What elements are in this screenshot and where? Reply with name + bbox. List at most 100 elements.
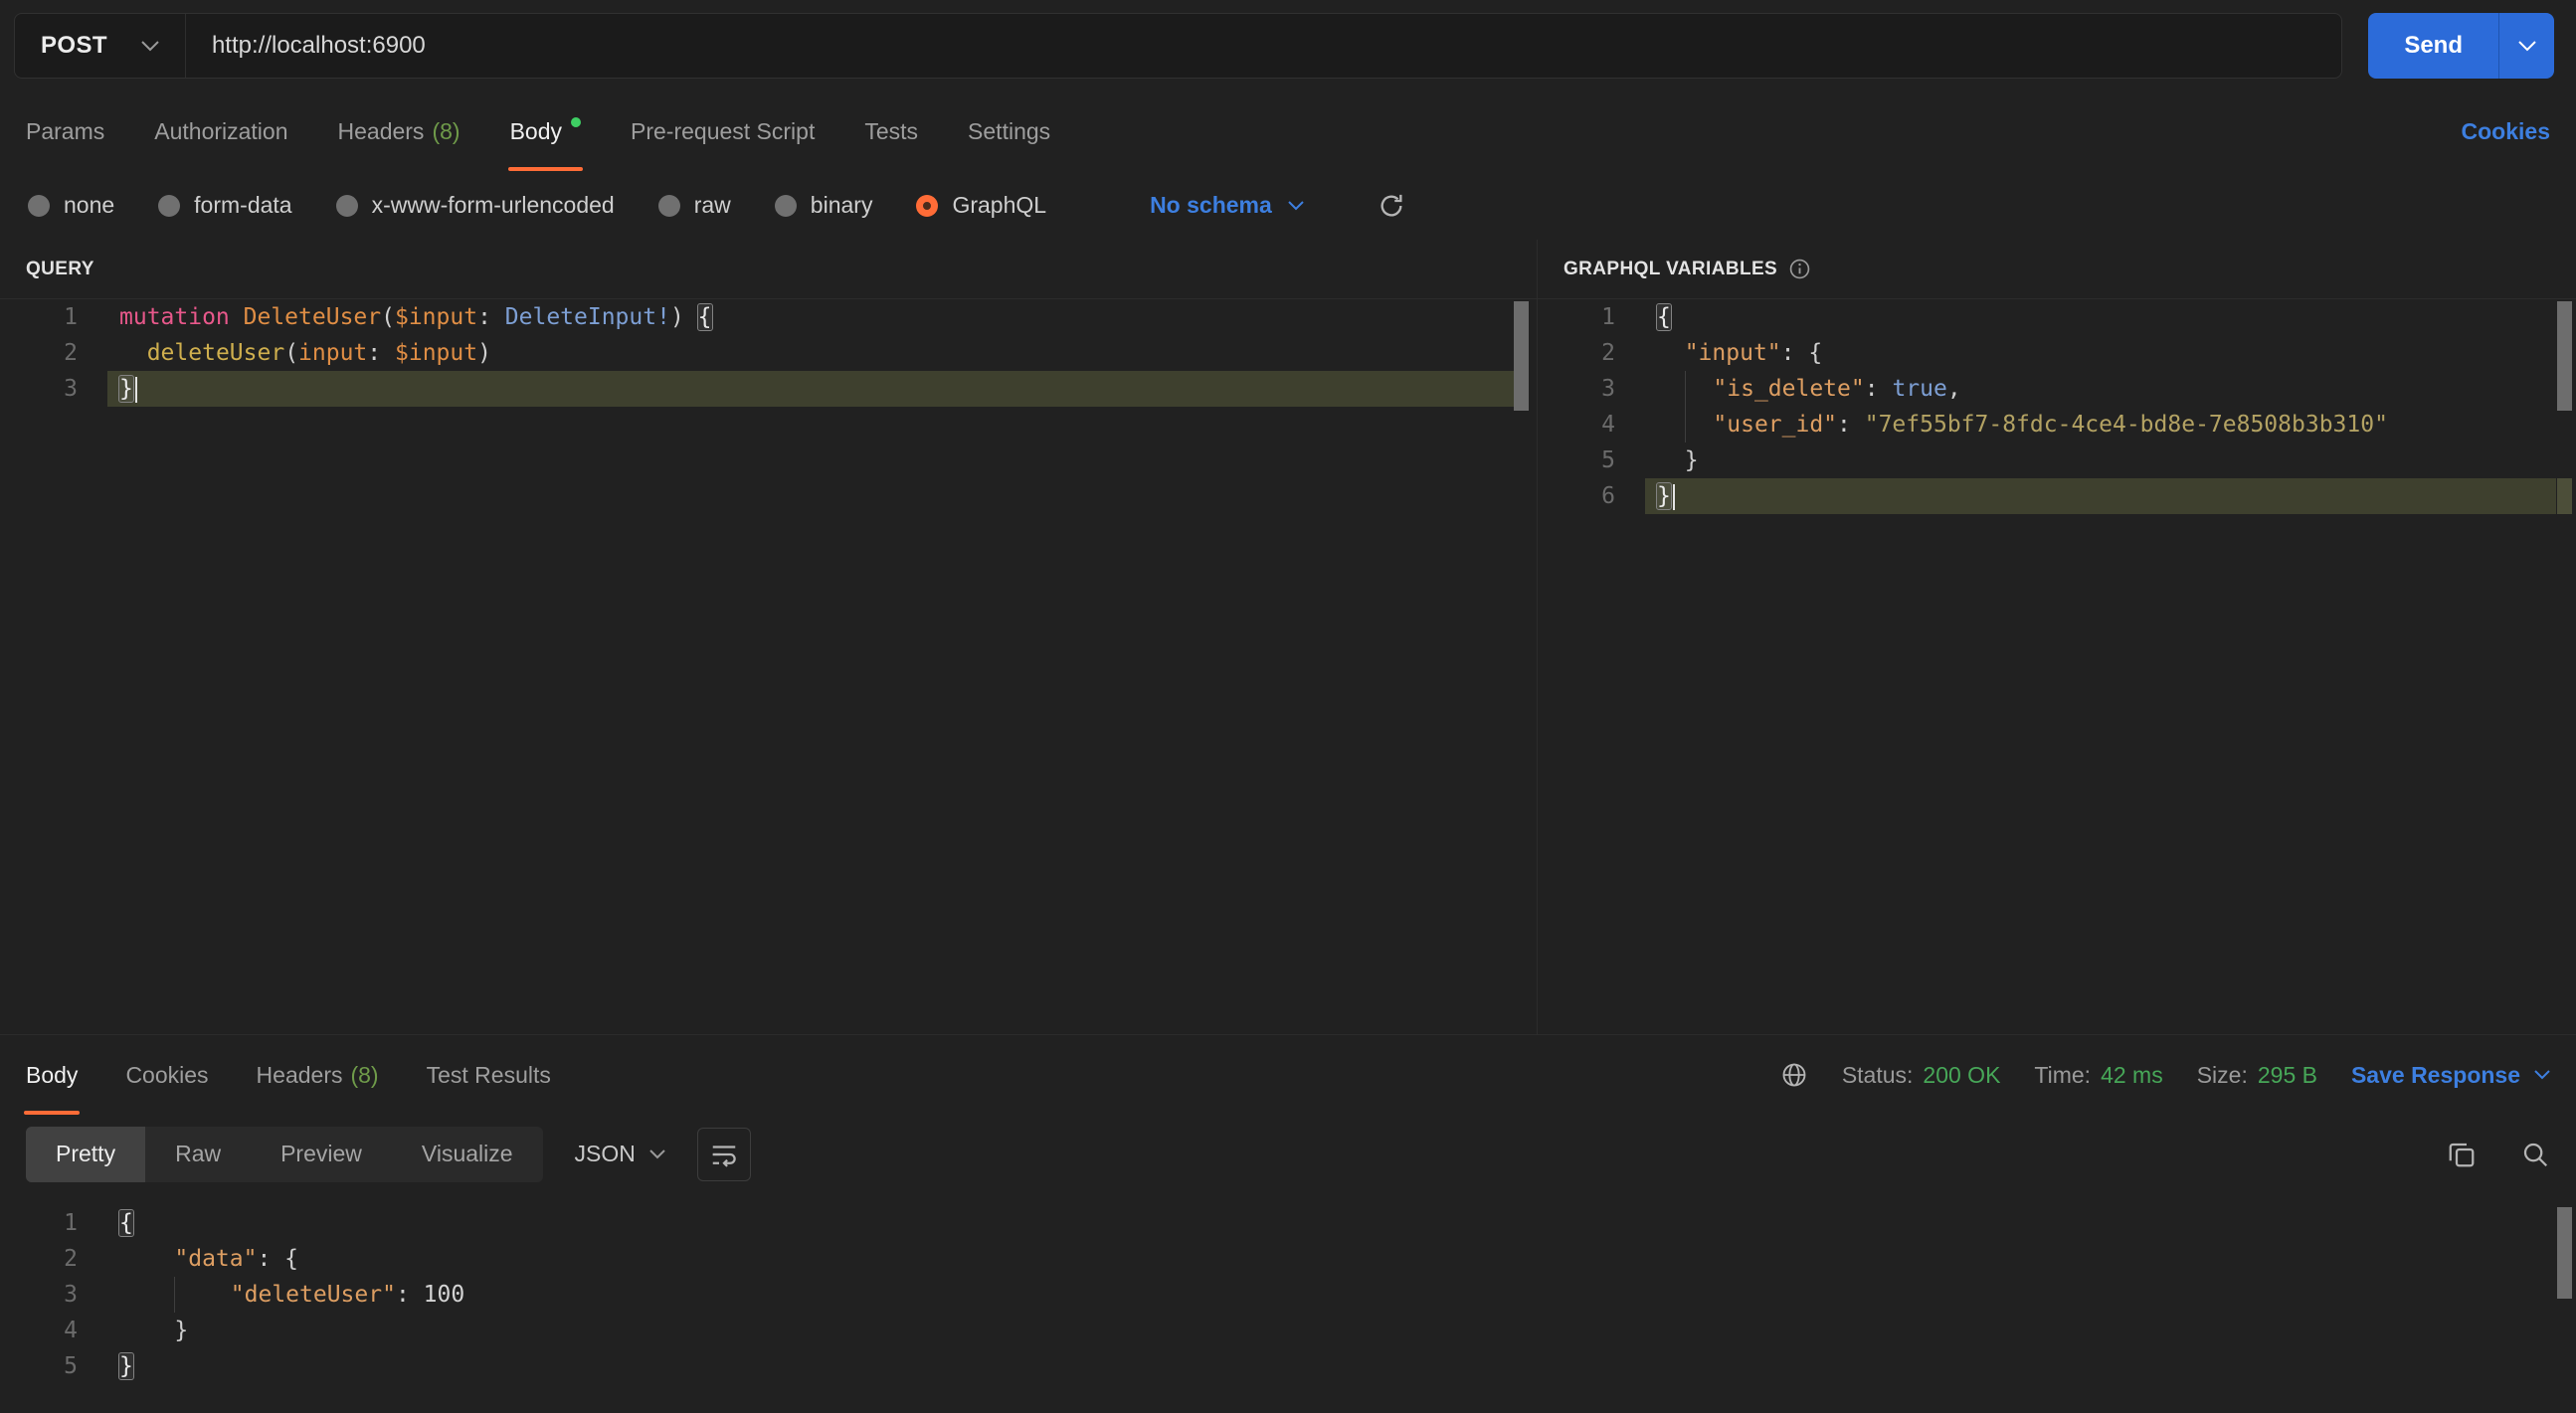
- radio-binary-label: binary: [810, 192, 873, 218]
- response-tab-headers-label: Headers: [256, 1061, 343, 1088]
- graphql-workspace: QUERY 1 mutation DeleteUser($input: Delet…: [0, 240, 2576, 1034]
- refresh-schema-button[interactable]: [1378, 192, 1405, 220]
- radio-raw[interactable]: raw: [657, 192, 731, 219]
- tab-params[interactable]: Params: [26, 91, 104, 171]
- code-text: mutation DeleteUser($input: DeleteInput!…: [119, 303, 713, 331]
- radio-icon: [657, 194, 680, 217]
- method-label: POST: [41, 32, 107, 59]
- response-section: Body Cookies Headers (8) Test Results St…: [0, 1034, 2576, 1413]
- tab-headers-label: Headers: [337, 117, 425, 144]
- chevron-down-icon: [2534, 1070, 2550, 1080]
- body-content-dot: [571, 117, 581, 127]
- view-preview[interactable]: Preview: [251, 1127, 392, 1182]
- url-input[interactable]: http://localhost:6900: [186, 32, 426, 60]
- code-line: 2 "data": {: [0, 1241, 2576, 1277]
- radio-none[interactable]: none: [28, 192, 114, 219]
- radio-raw-label: raw: [693, 192, 731, 218]
- response-tabs: Body Cookies Headers (8) Test Results St…: [0, 1035, 2576, 1115]
- method-select[interactable]: POST: [15, 14, 186, 78]
- response-tab-cookies[interactable]: Cookies: [125, 1035, 208, 1115]
- variables-title: GRAPHQL VARIABLES: [1564, 258, 1778, 279]
- code-line: 1{: [1538, 299, 2576, 335]
- radio-icon: [158, 194, 181, 217]
- line-number: 1: [64, 304, 78, 330]
- variables-panel-header: GRAPHQL VARIABLES: [1538, 240, 2576, 298]
- line-number: 4: [64, 1318, 78, 1343]
- code-text: {: [1656, 303, 1672, 331]
- view-raw[interactable]: Raw: [145, 1127, 251, 1182]
- status-value: 200 OK: [1923, 1061, 2001, 1088]
- cookies-link[interactable]: Cookies: [2462, 118, 2550, 145]
- refresh-icon: [1378, 192, 1405, 220]
- tab-settings[interactable]: Settings: [968, 91, 1050, 171]
- copy-icon[interactable]: [2447, 1140, 2477, 1169]
- code-line: 3 "deleteUser": 100: [0, 1277, 2576, 1313]
- code-line: 1 mutation DeleteUser($input: DeleteInput…: [0, 299, 1537, 335]
- tab-headers[interactable]: Headers (8): [338, 91, 460, 171]
- view-visualize[interactable]: Visualize: [392, 1127, 543, 1182]
- query-title: QUERY: [26, 258, 94, 279]
- radio-icon: [335, 194, 358, 217]
- schema-label: No schema: [1150, 192, 1272, 218]
- line-number: 4: [1601, 412, 1615, 438]
- chevron-down-icon: [1288, 200, 1304, 211]
- code-text: }: [119, 1318, 189, 1343]
- code-line: 3 "is_delete": true,: [1538, 371, 2576, 407]
- format-select[interactable]: JSON: [575, 1141, 665, 1167]
- code-line: 1{: [0, 1205, 2576, 1241]
- save-response-label: Save Response: [2350, 1061, 2520, 1088]
- radio-binary[interactable]: binary: [774, 192, 873, 219]
- line-number: 3: [64, 1282, 78, 1308]
- radio-graphql[interactable]: GraphQL: [916, 192, 1046, 219]
- code-line: 2 deleteUser(input: $input): [0, 335, 1537, 371]
- response-view-switch: Pretty Raw Preview Visualize: [26, 1126, 543, 1182]
- scrollbar-thumb[interactable]: [1514, 301, 1529, 411]
- request-bar: POST http://localhost:6900 Send: [0, 0, 2576, 91]
- radio-urlencoded-label: x-www-form-urlencoded: [371, 192, 615, 218]
- status-badge: Status: 200 OK: [1842, 1062, 2001, 1089]
- search-icon[interactable]: [2520, 1140, 2550, 1169]
- code-line: 3}: [0, 371, 1537, 407]
- radio-graphql-label: GraphQL: [952, 192, 1047, 218]
- radio-none-label: none: [64, 192, 115, 218]
- response-tab-test-results[interactable]: Test Results: [427, 1035, 551, 1115]
- response-body-viewer[interactable]: 1{2 "data": {3 "deleteUser": 100 4 } 5}: [0, 1193, 2576, 1413]
- code-line: 4 "user_id": "7ef55bf7-8fdc-4ce4-bd8e-7e…: [1538, 407, 2576, 442]
- scrollbar-thumb[interactable]: [2557, 301, 2572, 411]
- scrollbar-thumb[interactable]: [2557, 1207, 2572, 1299]
- line-number: 3: [64, 376, 78, 402]
- tab-authorization[interactable]: Authorization: [154, 91, 287, 171]
- tab-prerequest-script[interactable]: Pre-request Script: [631, 91, 815, 171]
- radio-selected-icon: [916, 194, 939, 217]
- radio-icon: [774, 194, 797, 217]
- line-number: 2: [64, 340, 78, 366]
- current-line-marker: [2557, 478, 2572, 514]
- tab-body-label: Body: [509, 117, 562, 144]
- save-response-button[interactable]: Save Response: [2351, 1062, 2550, 1089]
- response-tab-body[interactable]: Body: [23, 1035, 81, 1115]
- radio-icon: [28, 194, 50, 217]
- size-badge: Size: 295 B: [2197, 1062, 2317, 1089]
- tab-body[interactable]: Body: [507, 91, 584, 171]
- line-number: 5: [64, 1353, 78, 1379]
- wrap-lines-button[interactable]: [696, 1127, 751, 1181]
- request-tabs: Params Authorization Headers (8) Body Pr…: [0, 91, 2576, 171]
- globe-icon[interactable]: [1780, 1061, 1808, 1089]
- tab-tests[interactable]: Tests: [864, 91, 918, 171]
- variables-editor[interactable]: 1{2 "input": {3 "is_delete": true, 4 "use…: [1538, 298, 2576, 1034]
- radio-form-data[interactable]: form-data: [158, 192, 292, 219]
- line-number: 5: [1601, 447, 1615, 473]
- text-cursor: [1672, 483, 1675, 510]
- response-tab-headers[interactable]: Headers (8): [257, 1035, 379, 1115]
- radio-urlencoded[interactable]: x-www-form-urlencoded: [335, 192, 615, 219]
- query-editor[interactable]: 1 mutation DeleteUser($input: DeleteInput…: [0, 298, 1537, 1034]
- send-options-button[interactable]: [2498, 13, 2554, 79]
- view-pretty[interactable]: Pretty: [26, 1126, 146, 1182]
- send-button[interactable]: Send: [2368, 13, 2498, 79]
- send-button-group: Send: [2368, 13, 2554, 79]
- code-line: 5}: [0, 1348, 2576, 1384]
- response-actions: [2447, 1140, 2550, 1169]
- schema-select[interactable]: No schema: [1150, 192, 1304, 219]
- line-number: 1: [1601, 304, 1615, 330]
- headers-count-badge: (8): [432, 117, 460, 144]
